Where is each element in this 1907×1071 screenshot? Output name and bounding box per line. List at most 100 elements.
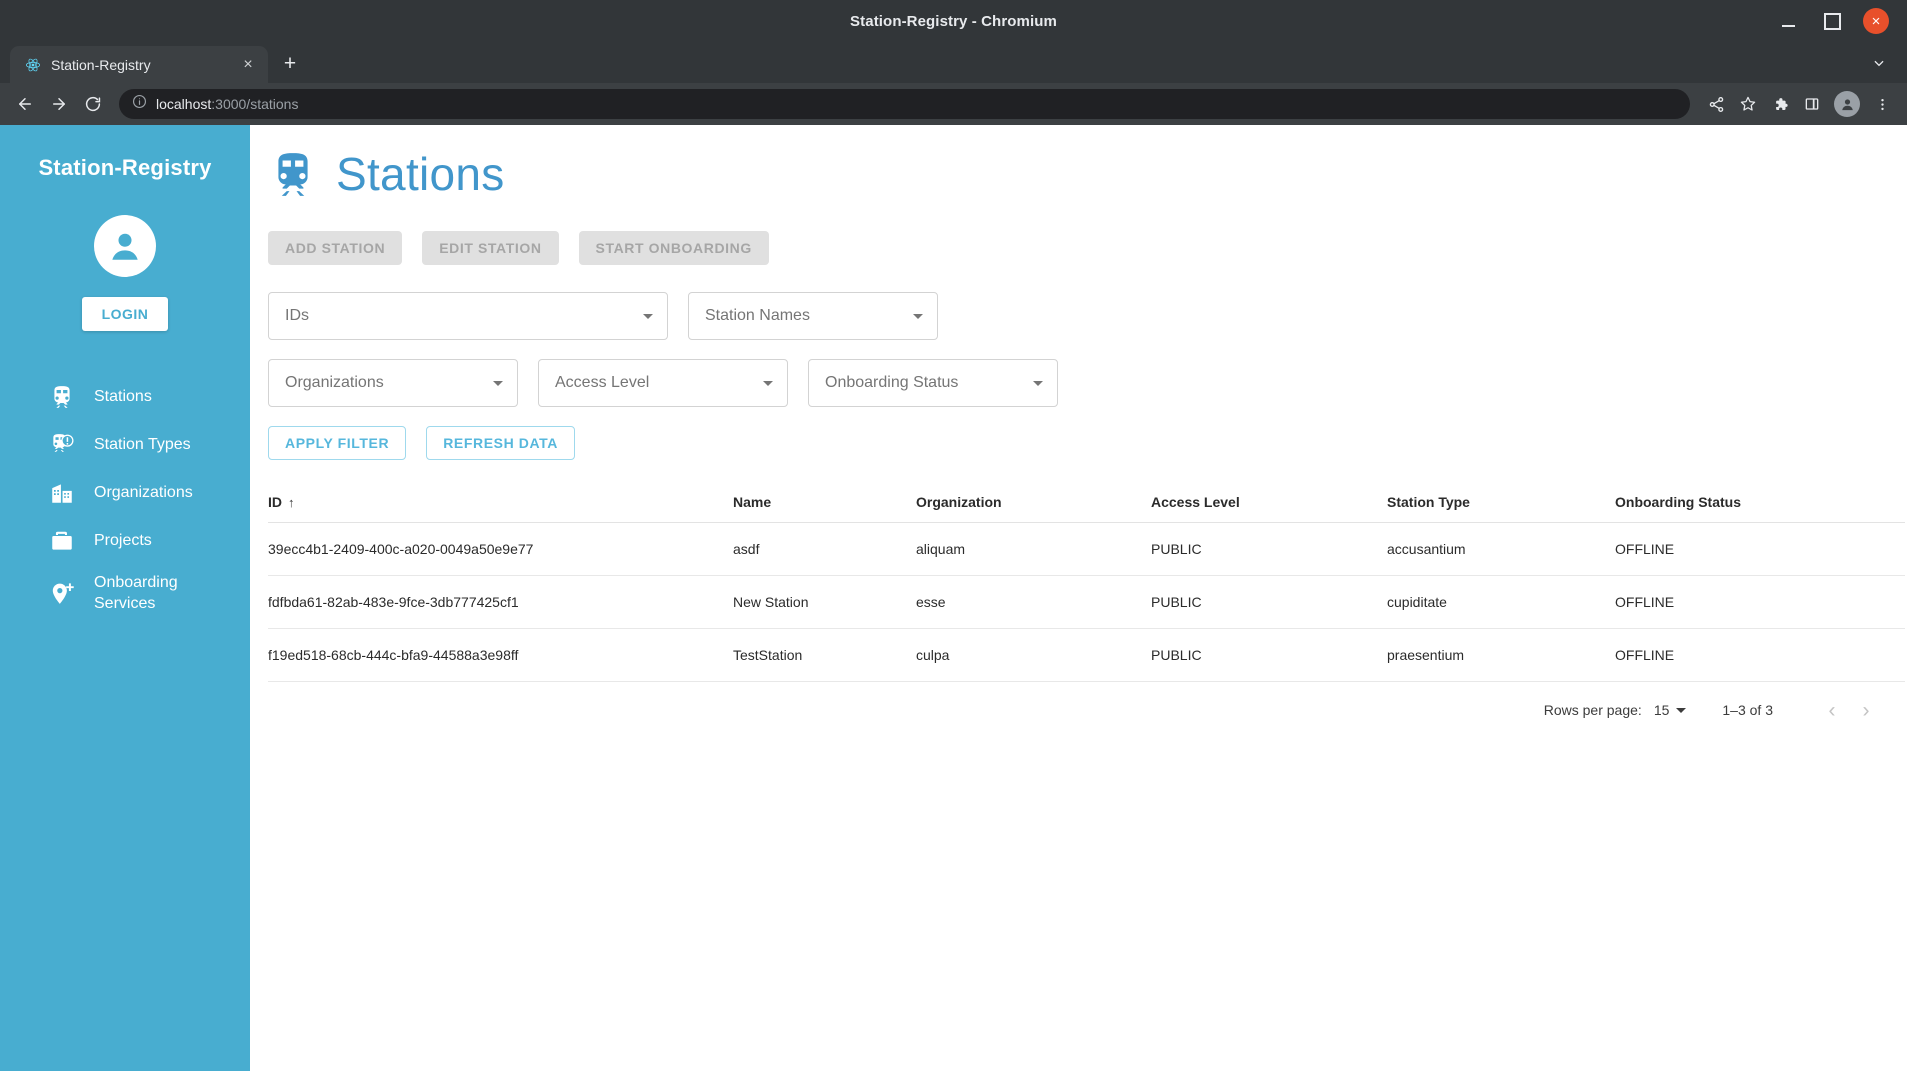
table-header-row: ID ↑ Name Organization Access Level Stati… bbox=[268, 482, 1905, 523]
sidebar-item-label: Station Types bbox=[94, 435, 191, 453]
back-icon[interactable] bbox=[10, 89, 40, 119]
bookmark-star-icon[interactable] bbox=[1733, 89, 1763, 119]
login-button[interactable]: LOGIN bbox=[81, 297, 169, 331]
forward-icon[interactable] bbox=[44, 89, 74, 119]
chevron-down-icon bbox=[643, 313, 653, 319]
column-header-name[interactable]: Name bbox=[733, 482, 916, 523]
table-pagination: Rows per page: 15 1–3 of 3 ‹ › bbox=[268, 682, 1905, 738]
column-header-id-label: ID bbox=[268, 494, 282, 510]
access-level-select[interactable]: Access Level bbox=[538, 359, 788, 407]
column-header-id[interactable]: ID ↑ bbox=[268, 482, 733, 523]
sidebar-item-stations[interactable]: Stations bbox=[0, 373, 250, 421]
filter-row-primary: IDs Station Names bbox=[268, 292, 1907, 340]
sort-ascending-icon: ↑ bbox=[288, 495, 295, 510]
new-tab-button[interactable]: + bbox=[274, 48, 306, 80]
table-row[interactable]: 39ecc4b1-2409-400c-a020-0049a50e9e77 asd… bbox=[268, 522, 1905, 576]
train-icon bbox=[268, 149, 318, 199]
map-pin-plus-icon bbox=[48, 580, 76, 608]
station-names-select-label: Station Names bbox=[705, 307, 810, 324]
rows-per-page-select[interactable]: 15 bbox=[1654, 702, 1687, 718]
train-icon bbox=[48, 383, 76, 411]
ids-select[interactable]: IDs bbox=[268, 292, 668, 340]
cell-onboarding-status: OFFLINE bbox=[1615, 522, 1905, 576]
sidebar-item-projects[interactable]: Projects bbox=[0, 517, 250, 565]
profile-avatar-icon[interactable] bbox=[1834, 91, 1860, 117]
table-row[interactable]: f19ed518-68cb-444c-bfa9-44588a3e98ff Tes… bbox=[268, 628, 1905, 682]
minimize-icon[interactable] bbox=[1775, 8, 1801, 34]
react-logo-icon bbox=[24, 56, 41, 73]
train-alert-icon bbox=[48, 431, 76, 459]
url-text: localhost:3000/stations bbox=[156, 96, 298, 112]
sidebar-item-label: Organizations bbox=[94, 483, 193, 501]
organizations-select[interactable]: Organizations bbox=[268, 359, 518, 407]
column-header-station-type[interactable]: Station Type bbox=[1387, 482, 1615, 523]
tab-station-registry[interactable]: Station-Registry × bbox=[10, 46, 268, 83]
cell-access-level: PUBLIC bbox=[1151, 575, 1387, 629]
sidebar-item-label: Projects bbox=[94, 531, 152, 549]
sidebar-item-onboarding-services[interactable]: Onboarding Services bbox=[0, 565, 250, 623]
refresh-data-button[interactable]: REFRESH DATA bbox=[426, 426, 575, 460]
column-header-onboarding-status[interactable]: Onboarding Status bbox=[1615, 482, 1905, 523]
window-titlebar: Station-Registry - Chromium × bbox=[0, 0, 1907, 42]
table-row[interactable]: fdfbda61-82ab-483e-9fce-3db777425cf1 New… bbox=[268, 575, 1905, 629]
chevron-down-icon bbox=[1676, 707, 1687, 713]
previous-page-button[interactable]: ‹ bbox=[1815, 693, 1849, 727]
side-panel-icon[interactable] bbox=[1797, 89, 1827, 119]
extensions-puzzle-icon[interactable] bbox=[1765, 89, 1795, 119]
tab-title: Station-Registry bbox=[51, 56, 151, 73]
cell-organization: esse bbox=[916, 575, 1151, 629]
onboarding-status-select[interactable]: Onboarding Status bbox=[808, 359, 1058, 407]
window-controls: × bbox=[1775, 0, 1899, 42]
cell-name: New Station bbox=[733, 575, 916, 629]
share-icon[interactable] bbox=[1701, 89, 1731, 119]
add-station-button[interactable]: ADD STATION bbox=[268, 231, 403, 265]
start-onboarding-button[interactable]: START ONBOARDING bbox=[578, 231, 769, 265]
toolbar-actions bbox=[1701, 89, 1897, 119]
sidebar-item-station-types[interactable]: Station Types bbox=[0, 421, 250, 469]
cell-station-type: cupiditate bbox=[1387, 575, 1615, 629]
apply-filter-button[interactable]: APPLY FILTER bbox=[268, 426, 407, 460]
filter-row-secondary: Organizations Access Level Onboarding St… bbox=[268, 359, 1907, 407]
tab-close-icon[interactable]: × bbox=[238, 55, 258, 75]
cell-access-level: PUBLIC bbox=[1151, 522, 1387, 576]
chevron-down-icon bbox=[493, 380, 503, 386]
main-content: Stations ADD STATION EDIT STATION START … bbox=[250, 125, 1907, 1071]
edit-station-button[interactable]: EDIT STATION bbox=[422, 231, 559, 265]
filter-action-buttons: APPLY FILTER REFRESH DATA bbox=[268, 426, 1907, 460]
cell-onboarding-status: OFFLINE bbox=[1615, 628, 1905, 682]
window-title: Station-Registry - Chromium bbox=[850, 12, 1057, 30]
ids-select-label: IDs bbox=[285, 307, 309, 324]
building-icon bbox=[48, 479, 76, 507]
info-circle-icon[interactable] bbox=[132, 94, 147, 114]
cell-id: 39ecc4b1-2409-400c-a020-0049a50e9e77 bbox=[268, 522, 733, 576]
user-avatar bbox=[94, 215, 156, 277]
cell-name: asdf bbox=[733, 522, 916, 576]
next-page-button[interactable]: › bbox=[1849, 693, 1883, 727]
app-sidebar: Station-Registry LOGIN Stations Station … bbox=[0, 125, 250, 1071]
more-menu-icon[interactable] bbox=[1867, 89, 1897, 119]
sidebar-nav: Stations Station Types Organizations Pro… bbox=[0, 373, 250, 623]
close-icon[interactable]: × bbox=[1863, 8, 1889, 34]
access-level-select-label: Access Level bbox=[555, 374, 650, 391]
chevron-down-icon bbox=[913, 313, 923, 319]
sidebar-item-label: Onboarding Services bbox=[94, 574, 178, 612]
reload-icon[interactable] bbox=[78, 89, 108, 119]
station-names-select[interactable]: Station Names bbox=[688, 292, 938, 340]
column-header-access-level[interactable]: Access Level bbox=[1151, 482, 1387, 523]
sidebar-item-label: Stations bbox=[94, 387, 152, 405]
page-action-buttons: ADD STATION EDIT STATION START ONBOARDIN… bbox=[268, 231, 1907, 265]
chevron-down-icon bbox=[763, 380, 773, 386]
cell-station-type: praesentium bbox=[1387, 628, 1615, 682]
cell-onboarding-status: OFFLINE bbox=[1615, 575, 1905, 629]
chevron-down-icon[interactable] bbox=[1865, 49, 1893, 77]
column-header-organization[interactable]: Organization bbox=[916, 482, 1151, 523]
table-body: 39ecc4b1-2409-400c-a020-0049a50e9e77 asd… bbox=[268, 522, 1905, 682]
cell-organization: aliquam bbox=[916, 522, 1151, 576]
sidebar-item-organizations[interactable]: Organizations bbox=[0, 469, 250, 517]
cell-name: TestStation bbox=[733, 628, 916, 682]
cell-id: fdfbda61-82ab-483e-9fce-3db777425cf1 bbox=[268, 575, 733, 629]
maximize-icon[interactable] bbox=[1819, 8, 1845, 34]
cell-id: f19ed518-68cb-444c-bfa9-44588a3e98ff bbox=[268, 628, 733, 682]
address-bar[interactable]: localhost:3000/stations bbox=[119, 89, 1690, 119]
tab-strip: Station-Registry × + bbox=[0, 42, 1907, 83]
